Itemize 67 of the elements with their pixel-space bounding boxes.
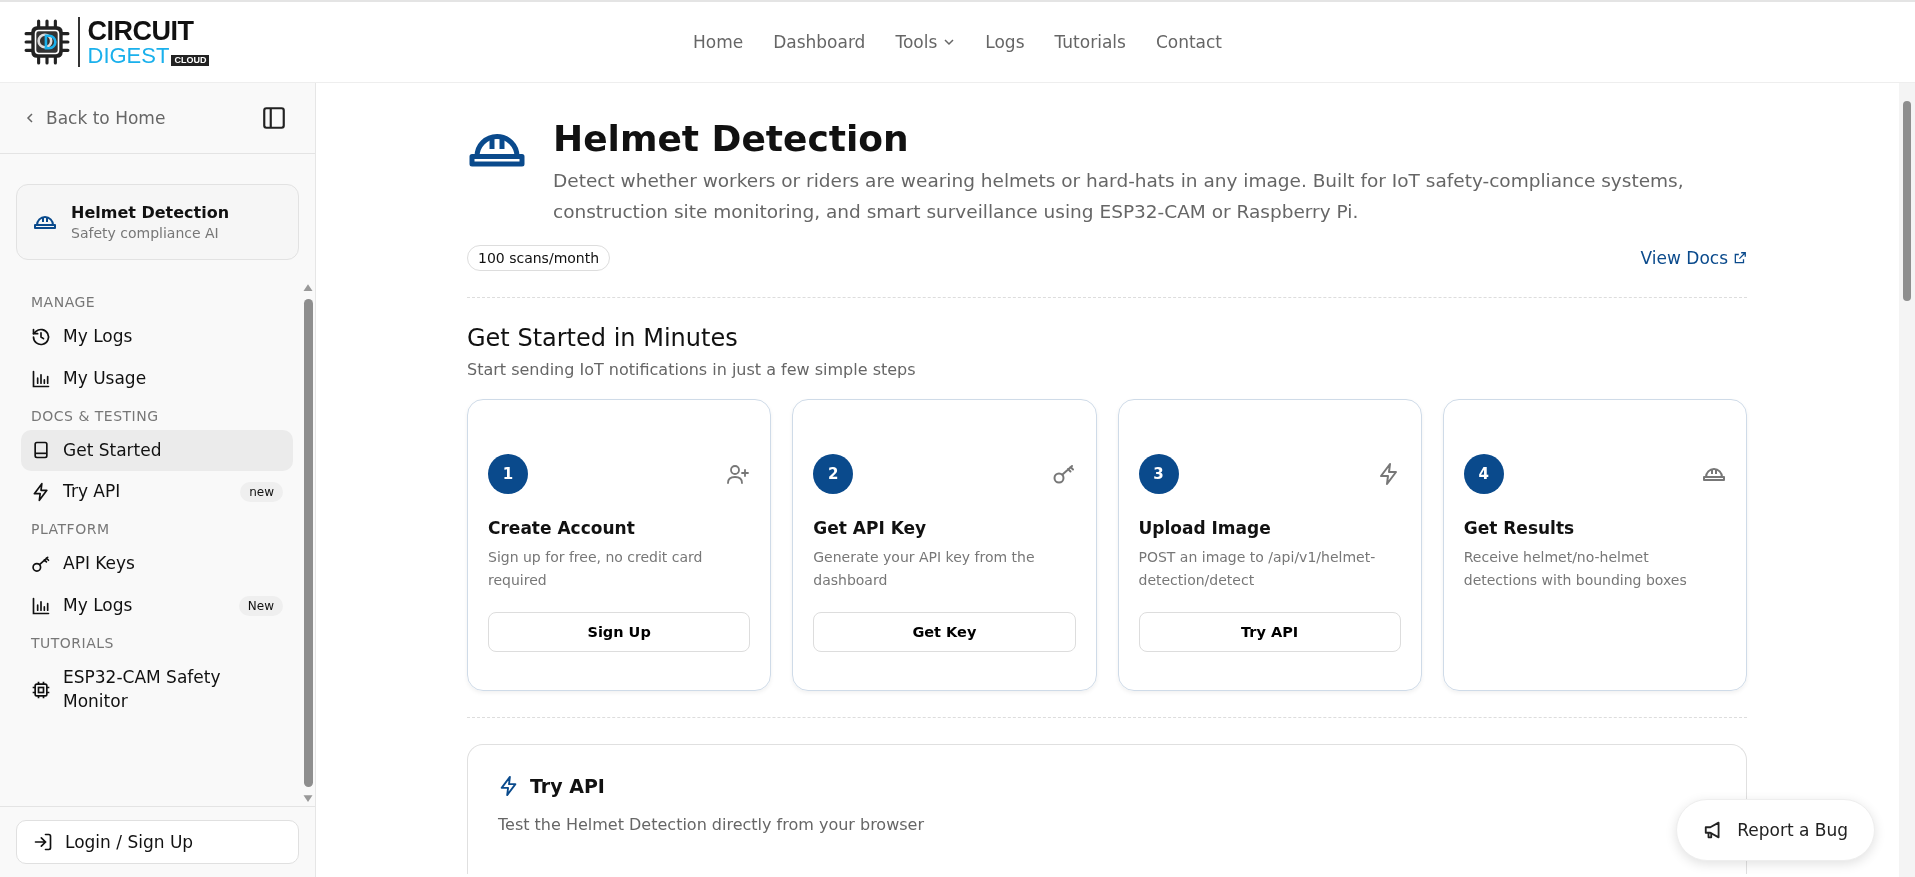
nav-link[interactable]: Contact: [1155, 32, 1223, 52]
history-icon: [31, 326, 51, 347]
new-badge: New: [238, 595, 283, 616]
nav-link[interactable]: Home: [692, 32, 744, 52]
step-button[interactable]: Try API: [1138, 612, 1401, 653]
sidebar-item[interactable]: My Logs New: [21, 585, 293, 627]
step-description: Receive helmet/no-helmet detections with bounding boxes: [1463, 548, 1688, 590]
section-heading: MANAGE: [30, 293, 97, 312]
logo-wordmark: CIRCUIT: [87, 17, 195, 45]
sidebar-item[interactable]: Try API new: [21, 471, 293, 514]
sidebar-item[interactable]: API Keys: [21, 543, 293, 585]
bar-chart-icon: [31, 595, 51, 616]
report-bug-button[interactable]: Report a Bug: [1676, 799, 1875, 861]
section-subtitle: Start sending IoT notifications in just a few simple steps: [467, 360, 917, 380]
page-scrollbar[interactable]: [1899, 83, 1915, 877]
step-number: 2: [813, 454, 854, 495]
step-title: Upload Image: [1138, 518, 1272, 539]
product-subtitle: Safety compliance AI: [71, 225, 220, 241]
step-description: Sign up for free, no credit card required: [488, 548, 704, 590]
card-title: Try API: [530, 775, 605, 798]
external-link-icon: [1733, 251, 1747, 266]
bar-chart-icon: [31, 368, 51, 389]
card-subtitle: Test the Helmet Detection directly from your browser: [498, 815, 925, 835]
chevron-down-icon: [943, 36, 956, 48]
nav-link[interactable]: Logs: [985, 32, 1025, 52]
step-number: 4: [1463, 454, 1504, 495]
key-icon: [31, 554, 51, 575]
section-heading: PLATFORM: [30, 520, 111, 540]
view-docs-link[interactable]: View Docs: [1640, 248, 1747, 269]
sidebar-item[interactable]: ESP32-CAM Safety Monitor: [21, 656, 293, 723]
chevron-left-icon: [24, 112, 36, 124]
login-button[interactable]: Login / Sign Up: [16, 820, 299, 864]
step-button[interactable]: Sign Up: [488, 612, 751, 653]
nav-link[interactable]: Tools: [895, 32, 956, 52]
lightning-icon: [31, 482, 51, 503]
sidebar-item[interactable]: Get Started: [21, 429, 293, 472]
sidebar-toggle-button[interactable]: [261, 105, 287, 131]
product-title: Helmet Detection: [71, 203, 230, 222]
step-number: 3: [1138, 454, 1179, 495]
sidebar-item[interactable]: My Logs: [21, 316, 293, 358]
scrollbar-thumb[interactable]: [303, 299, 313, 787]
sidebar-item[interactable]: My Usage: [21, 357, 293, 400]
user-plus-icon: [726, 462, 751, 487]
section-heading: TUTORIALS: [30, 633, 115, 653]
nav-link[interactable]: Dashboard: [773, 32, 866, 52]
step-description: POST an image to /api/v1/helmet-detection/detect: [1138, 548, 1377, 590]
step-title: Get API Key: [813, 518, 928, 539]
back-link[interactable]: Back to Home: [24, 108, 166, 128]
nav-link[interactable]: Tutorials: [1054, 32, 1126, 52]
step-title: Get Results: [1463, 518, 1576, 539]
section-title: Get Started in Minutes: [467, 324, 739, 353]
login-icon: [33, 832, 53, 852]
step-button[interactable]: Get Key: [813, 612, 1076, 653]
logo-tag: CLOUD: [171, 54, 210, 66]
step-number: 1: [488, 454, 528, 495]
chip-icon: [31, 679, 51, 700]
chip-logo-icon: [24, 19, 70, 65]
page-title: Helmet Detection: [553, 117, 910, 161]
step-title: Create Account: [488, 518, 636, 539]
new-badge: new: [240, 482, 283, 503]
book-icon: [31, 440, 51, 461]
scroll-up-icon[interactable]: [302, 283, 314, 292]
page-description: Detect whether workers or riders are wearing helmets or hard-hats in any image. Built for IoT safety-compliance systems, construction site monitoring, and smart surveillance using ESP32-CAM or Raspberry Pi.: [553, 169, 1685, 224]
logo-wordmark: DIGEST: [87, 44, 170, 67]
scroll-down-icon[interactable]: [302, 794, 314, 803]
section-heading: DOCS & TESTING: [30, 406, 160, 426]
step-description: Generate your API key from the dashboard: [813, 548, 1036, 590]
